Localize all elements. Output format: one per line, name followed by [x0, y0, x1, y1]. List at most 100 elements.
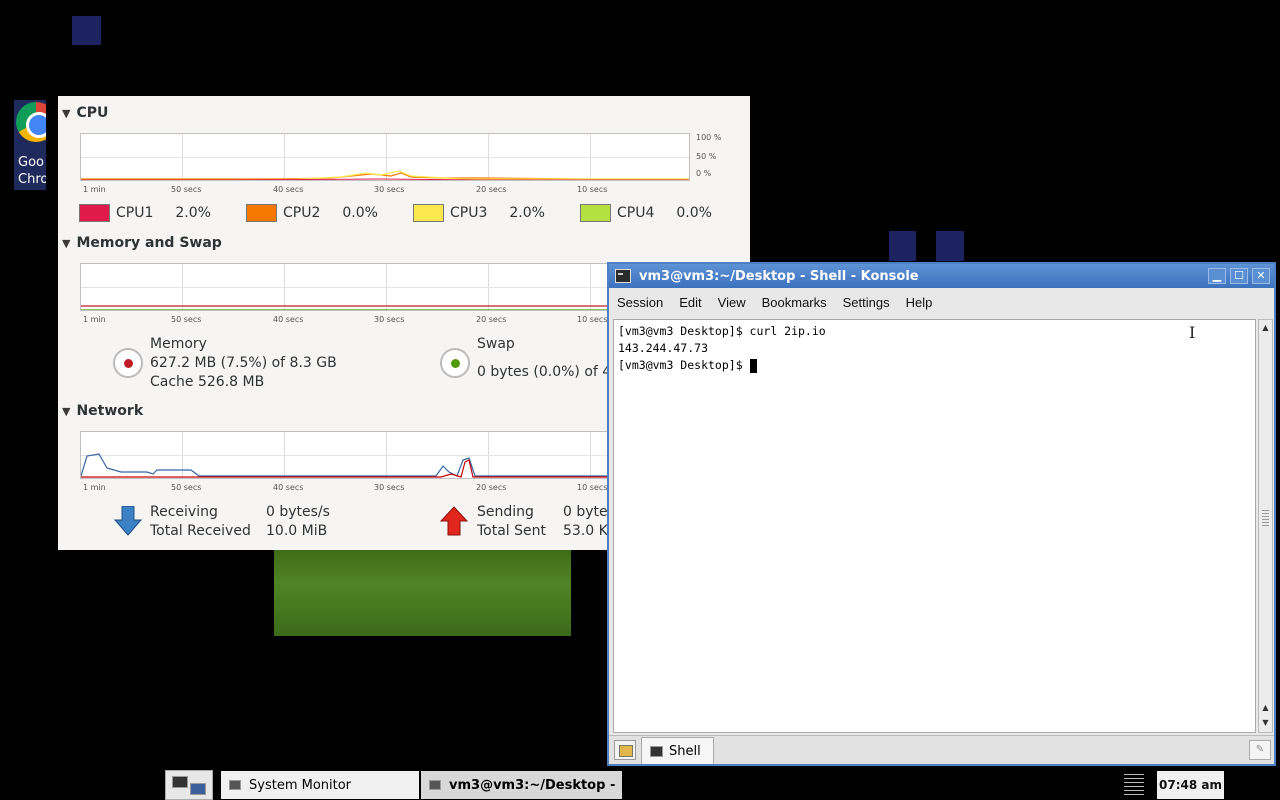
memory-section-header[interactable]: ▼ Memory and Swap	[62, 235, 222, 251]
cpu-usage-lines	[81, 170, 689, 180]
system-monitor-icon	[229, 780, 241, 790]
minimize-button[interactable]: ▁	[1208, 268, 1226, 284]
menu-session[interactable]: Session	[609, 295, 671, 310]
cpu4-value: 0.0%	[676, 205, 712, 221]
x-tick-label: 30 secs	[374, 315, 405, 324]
cpu-y-label: 0 %	[696, 169, 712, 178]
cpu2-label: CPU2	[283, 205, 321, 221]
memory-pie-icon[interactable]	[113, 348, 143, 378]
tab-shell[interactable]: Shell	[641, 737, 714, 764]
cpu2-value: 0.0%	[342, 205, 378, 221]
taskbar-clock[interactable]: 07:48 am	[1157, 771, 1224, 799]
terminal-app-icon[interactable]	[615, 269, 631, 283]
cpu4-legend: CPU4 0.0%	[580, 204, 712, 222]
konsole-window: vm3@vm3:~/Desktop - Shell - Konsole ▁ ☐ …	[607, 262, 1276, 766]
new-tab-button[interactable]	[614, 740, 636, 760]
terminal-scrollbar[interactable]: ▲ ▲ ▼	[1258, 319, 1273, 733]
menu-view[interactable]: View	[710, 295, 754, 310]
x-tick-label: 10 secs	[577, 315, 608, 324]
desktop: Goo Chro ▼ CPU 100 % 50 % 0 % 1 min 50 s…	[0, 0, 1280, 800]
cpu4-label: CPU4	[617, 205, 655, 221]
window-title: vm3@vm3:~/Desktop - Shell - Konsole	[639, 268, 919, 284]
x-tick-label: 50 secs	[171, 185, 202, 194]
terminal-prompt-line: [vm3@vm3 Desktop]$	[618, 357, 1251, 374]
close-tab-button[interactable]: ✎	[1249, 740, 1271, 760]
menu-edit[interactable]: Edit	[671, 295, 709, 310]
x-tick-label: 40 secs	[273, 483, 304, 492]
network-section-header[interactable]: ▼ Network	[62, 403, 143, 419]
receiving-labels: Receiving Total Received	[150, 503, 251, 541]
sending-arrow-icon[interactable]	[440, 506, 468, 536]
chrome-shortcut-label: Goo Chro	[18, 155, 46, 187]
swap-info: Swap 0 bytes (0.0%) of 4.1	[477, 335, 625, 382]
cache-value: Cache 526.8 MB	[150, 374, 265, 390]
maximize-button[interactable]: ☐	[1230, 268, 1248, 284]
network-history-graph	[80, 431, 690, 479]
receiving-values: 0 bytes/s 10.0 MiB	[266, 503, 330, 541]
konsole-titlebar[interactable]: vm3@vm3:~/Desktop - Shell - Konsole ▁ ☐ …	[609, 264, 1274, 288]
memory-info: Memory 627.2 MB (7.5%) of 8.3 GB Cache 5…	[150, 335, 337, 392]
x-tick-label: 10 secs	[577, 483, 608, 492]
expander-triangle-icon: ▼	[62, 106, 71, 120]
expander-triangle-icon: ▼	[62, 404, 71, 418]
x-tick-label: 20 secs	[476, 483, 507, 492]
swap-pie-icon[interactable]	[440, 348, 470, 378]
desktop-icon-placeholder[interactable]	[936, 231, 964, 261]
desktop-icon-placeholder[interactable]	[889, 231, 916, 261]
sending-label: Sending	[477, 504, 534, 520]
desktop-switch-icon	[172, 776, 188, 788]
x-tick-label: 1 min	[83, 483, 106, 492]
cpu1-color-button[interactable]	[79, 204, 110, 222]
menu-settings[interactable]: Settings	[835, 295, 898, 310]
desktop-chrome-shortcut[interactable]: Goo Chro	[14, 100, 46, 190]
total-received-label: Total Received	[150, 523, 251, 539]
cpu3-label: CPU3	[450, 205, 488, 221]
chrome-icon	[16, 102, 46, 142]
cpu-section-title: CPU	[76, 105, 109, 121]
cpu-y-label: 50 %	[696, 152, 717, 161]
cpu-y-label: 100 %	[696, 133, 722, 142]
x-tick-label: 20 secs	[476, 315, 507, 324]
close-button[interactable]: ✕	[1252, 268, 1270, 284]
terminal-icon	[429, 780, 441, 790]
memory-label: Memory	[150, 336, 207, 352]
text-cursor	[749, 358, 757, 373]
x-tick-label: 40 secs	[273, 185, 304, 194]
terminal-line: [vm3@vm3 Desktop]$ curl 2ip.io	[618, 324, 826, 338]
menu-bookmarks[interactable]: Bookmarks	[754, 295, 835, 310]
receiving-label: Receiving	[150, 504, 218, 520]
x-tick-label: 10 secs	[577, 185, 608, 194]
scroll-up-arrow-icon[interactable]: ▲	[1260, 702, 1271, 714]
memory-section-title: Memory and Swap	[76, 235, 222, 251]
receiving-arrow-icon[interactable]	[114, 506, 142, 536]
tab-label: Shell	[669, 743, 701, 759]
scrollbar-grip[interactable]	[1262, 510, 1269, 528]
terminal-output[interactable]: [vm3@vm3 Desktop]$ curl 2ip.io 143.244.4…	[613, 319, 1256, 733]
cpu2-color-button[interactable]	[246, 204, 277, 222]
scroll-down-arrow-icon[interactable]: ▼	[1260, 717, 1271, 729]
memory-value: 627.2 MB (7.5%) of 8.3 GB	[150, 355, 337, 371]
konsole-tabbar: Shell ✎	[609, 735, 1274, 764]
x-tick-label: 1 min	[83, 185, 106, 194]
cpu-history-graph	[80, 133, 690, 181]
total-sent-label: Total Sent	[477, 523, 547, 539]
x-tick-label: 1 min	[83, 315, 106, 324]
show-desktop-button[interactable]	[165, 770, 213, 800]
cpu-section-header[interactable]: ▼ CPU	[62, 105, 108, 121]
taskbar-system-monitor[interactable]: System Monitor	[221, 771, 419, 799]
x-tick-label: 50 secs	[171, 315, 202, 324]
cpu-x-axis: 1 min 50 secs 40 secs 30 secs 20 secs 10…	[80, 185, 690, 197]
cpu3-color-button[interactable]	[413, 204, 444, 222]
scroll-up-arrow-icon[interactable]: ▲	[1260, 322, 1271, 334]
swap-value: 0 bytes (0.0%) of 4.1	[477, 364, 625, 380]
total-received-value: 10.0 MiB	[266, 523, 328, 539]
terminal-prompt: [vm3@vm3 Desktop]$	[618, 358, 750, 372]
cpu4-color-button[interactable]	[580, 204, 611, 222]
tray-menu-icon[interactable]	[1124, 774, 1144, 796]
desktop-icon-placeholder[interactable]	[72, 16, 101, 45]
menu-help[interactable]: Help	[898, 295, 941, 310]
x-tick-label: 30 secs	[374, 185, 405, 194]
taskbar-konsole[interactable]: vm3@vm3:~/Desktop -	[421, 771, 622, 799]
expander-triangle-icon: ▼	[62, 236, 71, 250]
terminal-line: 143.244.47.73	[618, 341, 709, 355]
